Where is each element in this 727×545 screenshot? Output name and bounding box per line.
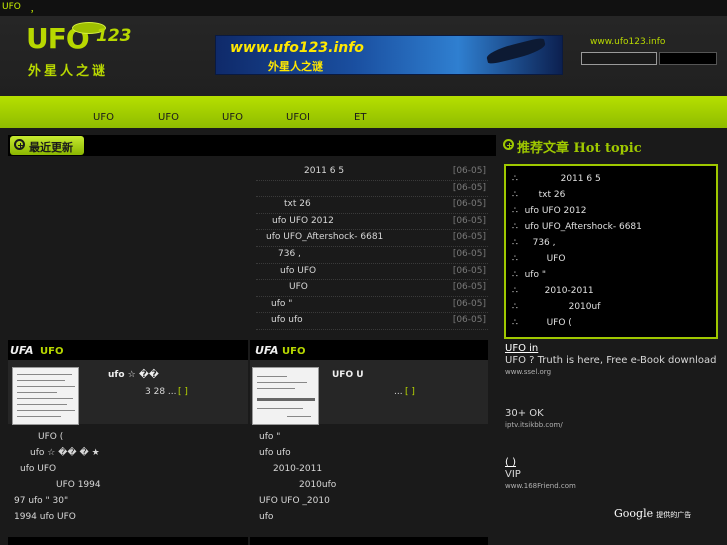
header-banner[interactable]: www.ufo123.info 外星人之谜 [215,35,563,75]
section-1-title[interactable]: UFO [40,346,63,357]
ad-item[interactable]: 30+ OK iptv.itsikbb.com/ [505,395,720,445]
section-2-more-link[interactable]: [ ] [405,387,415,397]
section-2-summary-text: ... [394,387,403,397]
list-item[interactable]: ufo " [259,429,487,445]
hot-topic-label: 推荐文章 Hot topic [517,141,642,156]
list-item[interactable]: 736 , [06-05] [256,247,488,264]
search-input[interactable] [581,52,657,65]
logo-number: 123 [96,26,132,46]
latest-label: 最近更新 [29,141,73,154]
ad-title[interactable]: UFO in [505,343,720,354]
site-logo[interactable]: UFO 123 外星人之谜 [26,22,146,82]
logo-subtitle: 外星人之谜 [28,64,109,79]
next-section-header [8,537,248,545]
list-item[interactable]: ∴ ufo UFO_Aftershock- 6681 [512,222,642,238]
section-2-thumbnail[interactable] [252,367,319,425]
ad-url[interactable]: www.168Friend.com [505,482,720,490]
list-item[interactable]: UFO 1994 [14,477,244,493]
list-item[interactable]: ufo ufo [259,445,487,461]
list-item[interactable]: 2010-2011 [259,461,487,477]
search-button[interactable] [659,52,717,65]
list-item[interactable]: ∴ 2010uf [512,302,600,318]
list-item[interactable]: ∴ UFO ( [512,318,572,334]
list-item[interactable]: ufo [259,509,487,525]
list-item[interactable]: UFO ( [14,429,244,445]
list-item[interactable]: 1994 ufo UFO [14,509,244,525]
ad-url[interactable]: iptv.itsikbb.com/ [505,421,720,429]
site-url-link[interactable]: www.ufo123.info [590,37,665,47]
list-item[interactable]: ∴ 2011 6 5 [512,174,601,190]
section-2-header: UFA UFO [250,340,488,360]
section-1-more-link[interactable]: [ ] [178,387,188,397]
main-nav: UFO UFO UFO UFOI ET [0,96,727,128]
section-1-list: UFO ( ufo ☆ �� � ★ ufo UFO UFO 1994 97 u… [14,429,244,525]
top-separator: ， [30,5,40,15]
google-ads-label: 提供的广告 [656,511,692,519]
list-item[interactable]: ufo ☆ �� � ★ [14,445,244,461]
section-2-title[interactable]: UFO [282,346,305,357]
top-title-link[interactable]: UFO [2,2,21,12]
list-item[interactable]: ∴ 736 , [512,238,556,254]
list-item[interactable]: ∴ UFO [512,254,565,270]
ad-description: VIP [505,469,521,480]
nav-item-4[interactable]: UFOI [286,112,310,123]
google-ads-attribution[interactable]: Google 提供的广告 [614,507,691,520]
spaceship-icon [485,36,547,66]
section-2-list: ufo " ufo ufo 2010-2011 2010ufo UFO UFO … [259,429,487,525]
section-2-icon: UFA [255,344,279,357]
list-item[interactable]: ∴ txt 26 [512,190,565,206]
top-strip: UFO ， [0,0,727,16]
ad-url[interactable]: www.ssel.org [505,368,720,376]
ad-item[interactable]: UFO in UFO ? Truth is here, Free e-Book … [505,343,720,395]
section-1-summary-text: 3 28 ... [145,387,177,397]
list-item[interactable]: [06-05] [256,181,488,198]
section-2-summary-title[interactable]: UFO U [332,370,364,380]
list-item[interactable]: UFO UFO _2010 [259,493,487,509]
ad-block: UFO in UFO ? Truth is here, Free e-Book … [505,343,720,491]
banner-subtitle: 外星人之谜 [268,60,323,73]
nav-item-1[interactable]: UFO [93,112,114,123]
latest-tab[interactable]: 最近更新 [10,136,84,155]
hot-topic-list: ∴ 2011 6 5 ∴ txt 26 ∴ ufo UFO 2012 ∴ ufo… [504,164,718,339]
section-1-summary: ufo ☆ �� 3 28 ... [ ] [8,360,248,425]
list-item[interactable]: txt 26 [06-05] [256,197,488,214]
section-1-icon: UFA [10,344,34,357]
plus-circle-icon [14,139,25,150]
list-item[interactable]: ∴ ufo UFO 2012 [512,206,586,222]
list-item[interactable]: ufo ufo [06-05] [256,313,488,330]
list-item[interactable]: ufo " [06-05] [256,297,488,314]
section-1-summary-title[interactable]: ufo ☆ �� [108,370,159,380]
section-2-summary: UFO U ... [ ] [250,360,488,425]
list-item[interactable]: ufo UFO [14,461,244,477]
list-item[interactable]: UFO [06-05] [256,280,488,297]
plus-circle-icon [503,139,514,150]
nav-item-2[interactable]: UFO [158,112,179,123]
section-1-thumbnail[interactable] [12,367,79,425]
list-item[interactable]: 2011 6 5 [06-05] [256,164,488,181]
ad-item[interactable]: ( ) VIP www.168Friend.com [505,445,720,491]
list-item[interactable]: 2010ufo [259,477,487,493]
latest-list: 2011 6 5 [06-05] [06-05] txt 26 [06-05] uf… [256,164,488,330]
banner-url: www.ufo123.info [230,40,364,56]
list-item[interactable]: 97 ufo " 30" [14,493,244,509]
section-1-header: UFA UFO [8,340,248,360]
list-item[interactable]: ufo UFO [06-05] [256,264,488,281]
next-section-header [250,537,488,545]
google-logo: Google [614,507,654,520]
ad-description: UFO ? Truth is here, Free e-Book downloa… [505,355,717,366]
ad-title[interactable]: ( ) [505,457,720,468]
list-item[interactable]: ufo UFO_Aftershock- 6681 [06-05] [256,230,488,247]
nav-item-3[interactable]: UFO [222,112,243,123]
list-item[interactable]: ∴ ufo " [512,270,546,286]
hot-topic-header: 推荐文章 Hot topic [503,137,723,157]
list-item[interactable]: ∴ 2010-2011 [512,286,594,302]
list-item[interactable]: ufo UFO 2012 [06-05] [256,214,488,231]
ad-description: 30+ OK [505,408,544,419]
nav-item-5[interactable]: ET [354,112,366,123]
